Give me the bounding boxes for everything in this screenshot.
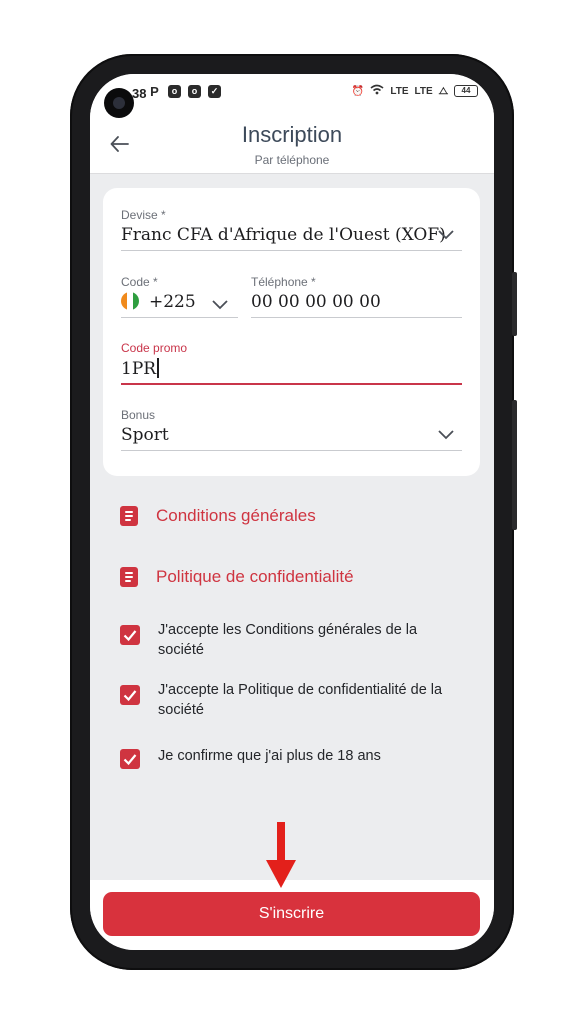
code-value: +225 <box>149 292 196 312</box>
phone-underline <box>251 317 462 318</box>
page-subtitle: Par téléphone <box>254 153 330 167</box>
checkmark-icon <box>123 690 137 702</box>
checkbox-checked[interactable] <box>120 625 140 645</box>
country-code-select[interactable]: Code * +225 <box>121 275 238 318</box>
promo-value: 1PR <box>121 359 157 379</box>
outlook-icon-2: o <box>188 85 201 98</box>
registration-form-card: Devise * Franc CFA d'Afrique de l'Ouest … <box>103 188 480 476</box>
bonus-underline <box>121 450 462 451</box>
phone-screen: 38 P o o ✓ ⏰ LTE LTE ⧍ 44 Inscription Pa… <box>90 74 494 950</box>
phone-value: 00 00 00 00 00 <box>251 292 381 312</box>
checkmark-icon <box>123 630 137 642</box>
document-icon <box>120 506 138 526</box>
checkbox-label: J'accepte les Conditions générales de la… <box>158 622 418 658</box>
promo-label: Code promo <box>121 341 188 355</box>
currency-underline <box>121 250 462 251</box>
bonus-label: Bonus <box>121 408 156 422</box>
chevron-down-icon <box>438 230 454 240</box>
bonus-select[interactable]: Bonus Sport <box>121 408 462 451</box>
accept-privacy-checkbox-row[interactable]: J'accepte la Politique de confidentialit… <box>120 680 450 720</box>
bottom-action-bar: S'inscrire <box>90 880 494 950</box>
checkbox-checked[interactable] <box>120 749 140 769</box>
app-header: Inscription Par téléphone <box>90 112 494 174</box>
front-camera <box>104 88 134 118</box>
alarm-icon: ⏰ <box>351 85 365 97</box>
phone-label: Téléphone * <box>251 275 316 289</box>
code-underline <box>121 317 238 318</box>
v-app-icon: ✓ <box>208 85 221 98</box>
privacy-link[interactable]: Politique de confidentialité <box>120 567 354 587</box>
volume-button <box>512 272 517 336</box>
signal-icon-2: LTE <box>414 85 433 97</box>
status-time: 38 <box>132 86 147 101</box>
phone-input[interactable]: Téléphone * 00 00 00 00 00 <box>251 275 462 318</box>
terms-link-text: Conditions générales <box>156 506 316 525</box>
age-confirm-checkbox-row[interactable]: Je confirme que j'ai plus de 18 ans <box>120 746 450 769</box>
notification-icons: P o o ✓ <box>148 85 221 98</box>
privacy-link-text: Politique de confidentialité <box>156 567 354 586</box>
currency-value: Franc CFA d'Afrique de l'Ouest (XOF) <box>121 225 446 245</box>
checkbox-checked[interactable] <box>120 685 140 705</box>
text-cursor <box>157 358 160 378</box>
chevron-down-icon <box>212 300 228 310</box>
currency-label: Devise * <box>121 208 166 222</box>
outlook-icon: o <box>168 85 181 98</box>
wifi-icon <box>370 84 384 98</box>
promo-underline-active <box>121 383 462 385</box>
promo-code-input[interactable]: Code promo 1PR <box>121 341 462 385</box>
terms-link[interactable]: Conditions générales <box>120 506 316 526</box>
power-button <box>512 400 517 530</box>
page-title: Inscription <box>241 122 343 147</box>
battery-icon: 44 <box>454 85 478 97</box>
red-arrow-annotation-icon <box>266 822 296 888</box>
ivory-coast-flag-icon <box>121 292 139 310</box>
register-button[interactable]: S'inscrire <box>103 892 480 936</box>
checkmark-icon <box>123 754 137 766</box>
checkbox-label: Je confirme que j'ai plus de 18 ans <box>158 748 381 764</box>
document-icon <box>120 567 138 587</box>
data-saver-icon: ⧍ <box>438 85 448 97</box>
currency-select[interactable]: Devise * Franc CFA d'Afrique de l'Ouest … <box>121 208 462 251</box>
status-bar: 38 P o o ✓ ⏰ LTE LTE ⧍ 44 <box>90 74 494 112</box>
signal-icon-1: LTE <box>390 85 409 97</box>
parking-icon: P <box>150 84 159 99</box>
checkbox-label: J'accepte la Politique de confidentialit… <box>158 682 443 718</box>
promo-value-row: 1PR <box>121 358 462 379</box>
chevron-down-icon <box>438 430 454 440</box>
code-label: Code * <box>121 275 158 289</box>
screenshot-stage: 38 P o o ✓ ⏰ LTE LTE ⧍ 44 Inscription Pa… <box>0 0 583 1024</box>
bonus-value: Sport <box>121 425 169 445</box>
system-icons: ⏰ LTE LTE ⧍ 44 <box>352 84 478 98</box>
accept-terms-checkbox-row[interactable]: J'accepte les Conditions générales de la… <box>120 620 450 660</box>
